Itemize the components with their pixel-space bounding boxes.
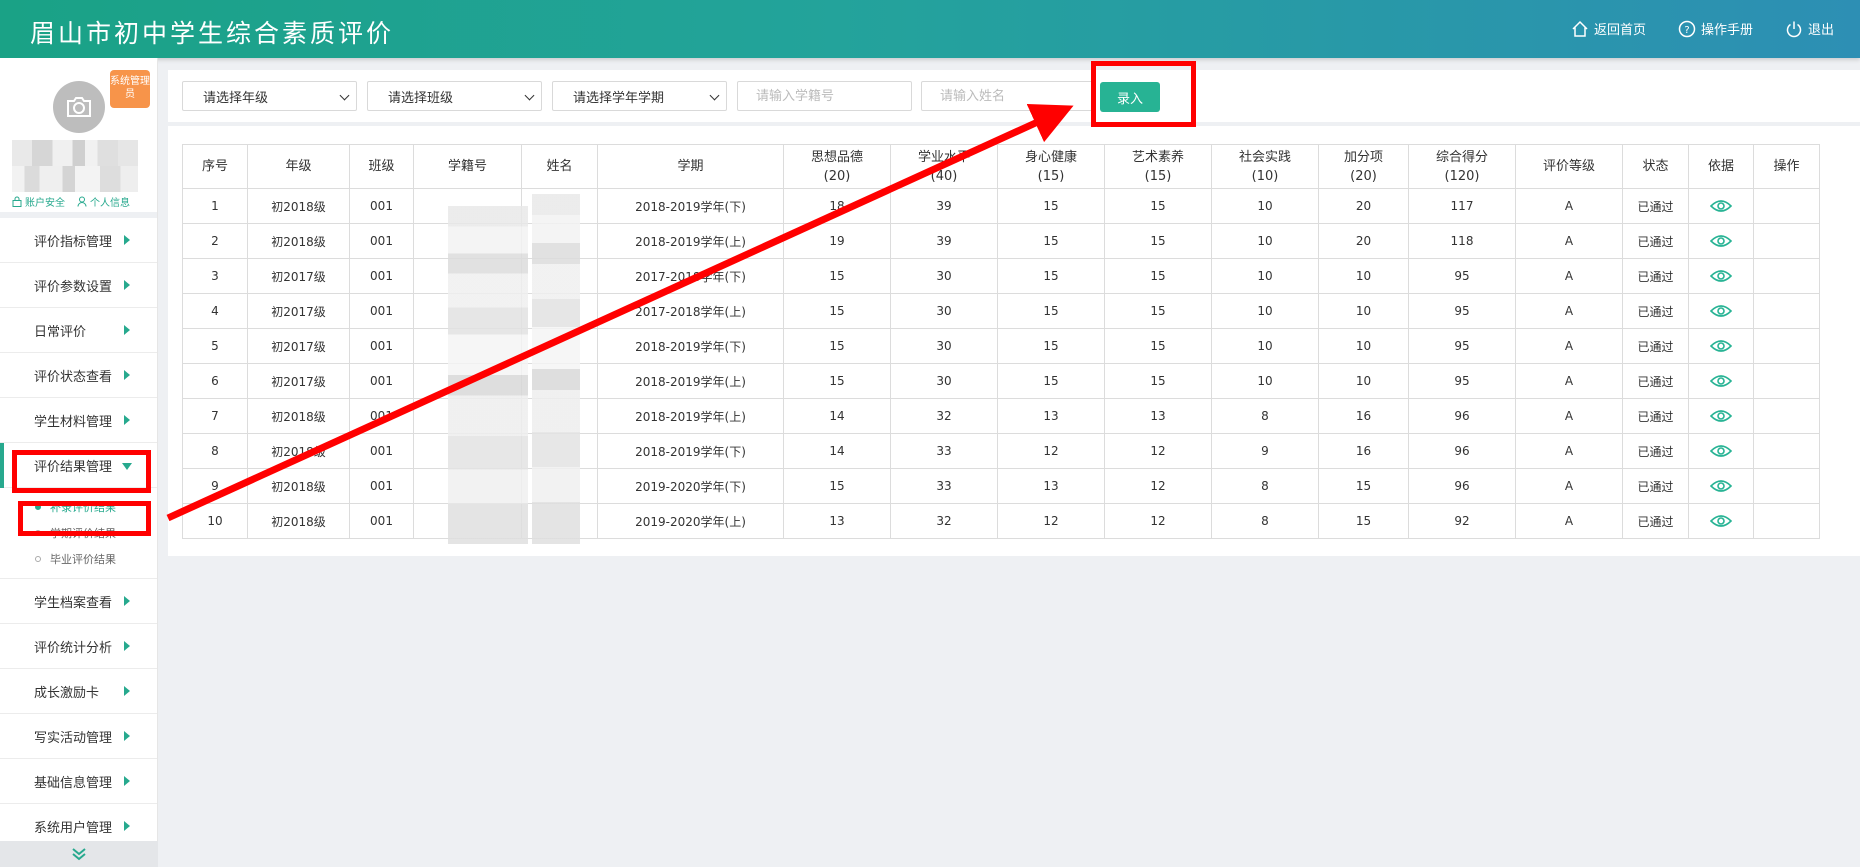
annotation-arrow [166,103,1074,522]
